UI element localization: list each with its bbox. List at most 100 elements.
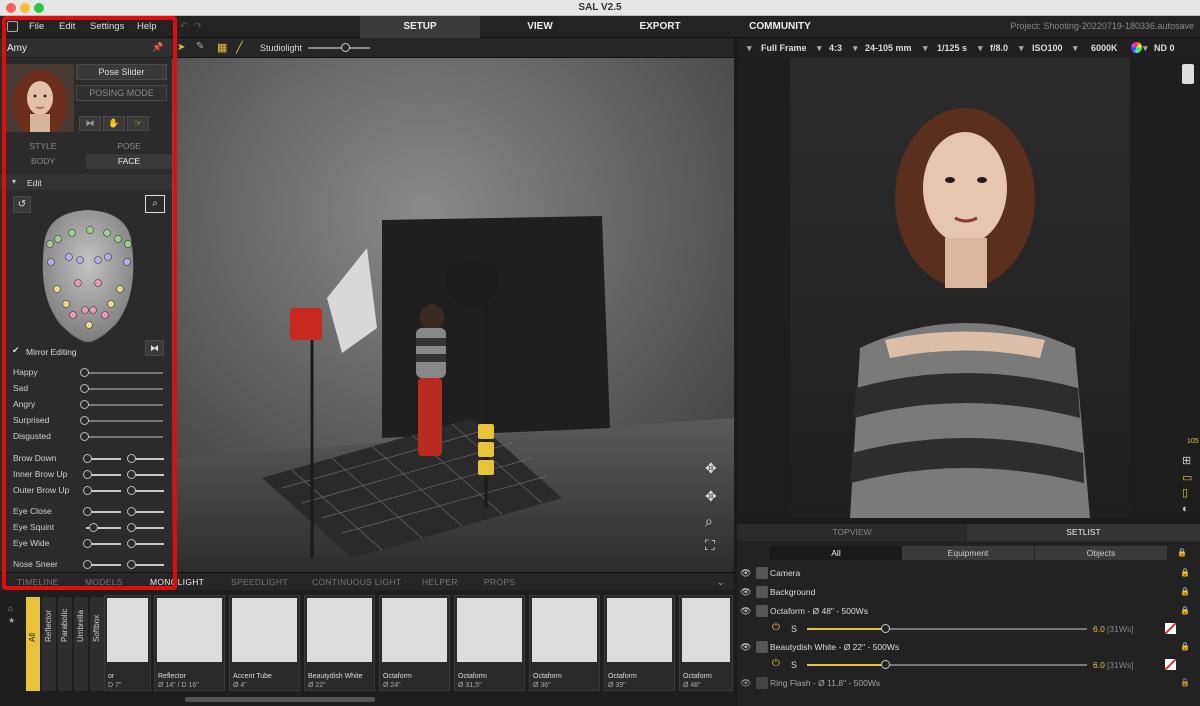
modifier-thumb[interactable]: Octaform Ø 48" <box>679 595 733 691</box>
visibility-eye-icon[interactable]: 👁 <box>740 568 751 579</box>
slider-knob-left[interactable] <box>83 486 92 495</box>
setlist-item-camera[interactable]: 👁 Camera 🔒 <box>737 565 1200 583</box>
power-icon[interactable]: ⏻ <box>772 622 780 633</box>
dropdown-arrow-icon[interactable]: ▾ <box>923 43 928 54</box>
lock-icon[interactable]: 🔒 <box>1180 606 1190 615</box>
category-reflector[interactable]: Reflector <box>42 597 56 691</box>
dropdown-arrow-icon[interactable]: ▾ <box>817 43 822 54</box>
setlist-item-ringflash[interactable]: 👁 Ring Flash - Ø 11,8" - 500Ws 🔒 <box>737 675 1200 693</box>
face-focus-icon[interactable]: ⌕ <box>145 195 165 213</box>
dropdown-arrow-icon[interactable]: ▾ <box>747 43 752 54</box>
white-balance-select[interactable]: 6000K <box>1091 43 1118 53</box>
grid-icon[interactable]: ▦ <box>217 41 227 54</box>
edit-section-header[interactable]: ▾ Edit <box>0 174 172 190</box>
select-tool-icon[interactable]: ➤ <box>177 42 185 53</box>
tab-view[interactable]: VIEW <box>480 16 600 38</box>
filter-equipment[interactable]: Equipment <box>902 546 1034 560</box>
slider-track[interactable] <box>84 436 163 438</box>
model-avatar[interactable] <box>6 64 74 132</box>
lens-select[interactable]: 24-105 mm <box>865 43 912 53</box>
category-umbrella[interactable]: Umbrella <box>74 597 88 691</box>
power-slider-knob[interactable] <box>881 624 890 633</box>
3d-viewport[interactable]: ✥ ✥ ⌕ ⛶ <box>172 58 734 572</box>
expression-slider-surprised[interactable]: Surprised <box>10 414 168 428</box>
setlist-item-octaform[interactable]: 👁 Octaform - Ø 48" - 500Ws 🔒 <box>737 603 1200 621</box>
modifier-thumb[interactable]: Octaform Ø 31,5" <box>454 595 525 691</box>
aperture-select[interactable]: f/8.0 <box>990 43 1008 53</box>
modifier-thumb[interactable]: Beautydish White Ø 22" <box>304 595 375 691</box>
slider-knob-left[interactable] <box>89 523 98 532</box>
visibility-eye-icon[interactable]: 👁 <box>740 587 751 598</box>
slider-knob-left[interactable] <box>83 560 92 569</box>
face-slider-outer-brow-up[interactable]: Outer Brow Up <box>10 484 168 498</box>
nd-filter-select[interactable]: ND 0 <box>1154 43 1175 53</box>
slider-track[interactable] <box>84 404 163 406</box>
preview-scroll-handle[interactable] <box>1182 64 1194 84</box>
filter-objects[interactable]: Objects <box>1035 546 1167 560</box>
slider-knob-left[interactable] <box>83 507 92 516</box>
color-gel-icon[interactable] <box>1165 659 1176 670</box>
setlist-item-background[interactable]: 👁 Background 🔒 <box>737 584 1200 602</box>
grid-overlay-icon[interactable]: ⊞ <box>1182 454 1191 467</box>
frame-icon[interactable]: ▭ <box>1182 471 1192 484</box>
setlist-item-beautydish[interactable]: 👁 Beautydish White - Ø 22" - 500Ws 🔒 <box>737 639 1200 657</box>
menu-settings[interactable]: Settings <box>90 21 124 32</box>
tab-continuous-light[interactable]: CONTINUOUS LIGHT <box>312 577 401 587</box>
undo-icon[interactable]: ↶ <box>180 21 188 32</box>
slider-track[interactable] <box>84 420 163 422</box>
slider-knob-right[interactable] <box>127 539 136 548</box>
face-slider-inner-brow-up[interactable]: Inner Brow Up <box>10 468 168 482</box>
tab-timeline[interactable]: TIMELINE <box>17 577 59 587</box>
slider-knob-right[interactable] <box>127 454 136 463</box>
modifier-thumb[interactable]: or D 7" <box>104 595 151 691</box>
lock-icon[interactable]: 🔒 <box>1180 678 1190 687</box>
sensor-format-select[interactable]: Full Frame <box>761 43 807 53</box>
modifier-thumb[interactable]: Reflector Ø 14" / D 16" <box>154 595 225 691</box>
posing-mode-button[interactable]: POSING MODE <box>76 85 167 101</box>
category-all[interactable]: All <box>26 597 40 691</box>
tab-props[interactable]: PROPS <box>484 577 515 587</box>
mirror-face-icon[interactable]: ⧓ <box>145 340 164 356</box>
pose-tool-icon[interactable]: ✋ <box>103 116 125 131</box>
tab-setlist[interactable]: SETLIST <box>967 524 1200 541</box>
visibility-eye-icon[interactable]: 👁 <box>740 678 751 689</box>
slider-knob-left[interactable] <box>83 470 92 479</box>
face-slider-nose-sneer[interactable]: Nose Sneer <box>10 558 168 572</box>
tab-body[interactable]: BODY <box>0 154 86 169</box>
category-parabolic[interactable]: Parabolic <box>58 597 72 691</box>
slider-knob-right[interactable] <box>127 470 136 479</box>
menu-help[interactable]: Help <box>137 21 157 32</box>
aspect-ratio-select[interactable]: 4:3 <box>829 43 842 53</box>
expression-slider-sad[interactable]: Sad <box>10 382 168 396</box>
slider-knob-left[interactable] <box>83 454 92 463</box>
redo-icon[interactable]: ↷ <box>194 21 202 32</box>
expression-slider-disgusted[interactable]: Disgusted <box>10 430 168 444</box>
camera-preview[interactable]: 105 ⊞ ▭ ▯ ◐ <box>737 58 1200 518</box>
color-gel-icon[interactable] <box>1165 623 1176 634</box>
modifier-scrollbar[interactable] <box>185 697 375 702</box>
dropdown-arrow-icon[interactable]: ▾ <box>1143 43 1148 54</box>
slider-track[interactable] <box>84 388 163 390</box>
lock-icon[interactable]: 🔒 <box>1180 587 1190 596</box>
tab-pose[interactable]: POSE <box>86 139 172 153</box>
slider-knob[interactable] <box>80 368 89 377</box>
tab-monolight[interactable]: MONOLIGHT <box>150 577 204 587</box>
lock-icon[interactable]: 🔒 <box>1180 568 1190 577</box>
slider-knob[interactable] <box>80 384 89 393</box>
tab-models[interactable]: MODELS <box>85 577 123 587</box>
tab-export[interactable]: EXPORT <box>600 16 720 38</box>
favorite-star-icon[interactable]: ★ <box>8 616 15 625</box>
slider-track[interactable] <box>84 372 163 374</box>
filter-all[interactable]: All <box>770 546 902 560</box>
collapse-panel-icon[interactable]: ⌄ <box>717 577 724 588</box>
studiolight-slider-knob[interactable] <box>341 43 350 52</box>
dropdown-arrow-icon[interactable]: ▾ <box>1073 43 1078 54</box>
slider-knob-right[interactable] <box>127 560 136 569</box>
home-icon[interactable]: ⌂ <box>8 604 13 613</box>
phone-frame-icon[interactable]: ▯ <box>1182 486 1188 499</box>
pose-slider-button[interactable]: Pose Slider <box>76 64 167 80</box>
tab-style[interactable]: STYLE <box>0 139 86 153</box>
modifier-thumb[interactable]: Octaform Ø 36" <box>529 595 600 691</box>
lock-icon[interactable]: 🔒 <box>1180 642 1190 651</box>
slider-knob-right[interactable] <box>127 523 136 532</box>
